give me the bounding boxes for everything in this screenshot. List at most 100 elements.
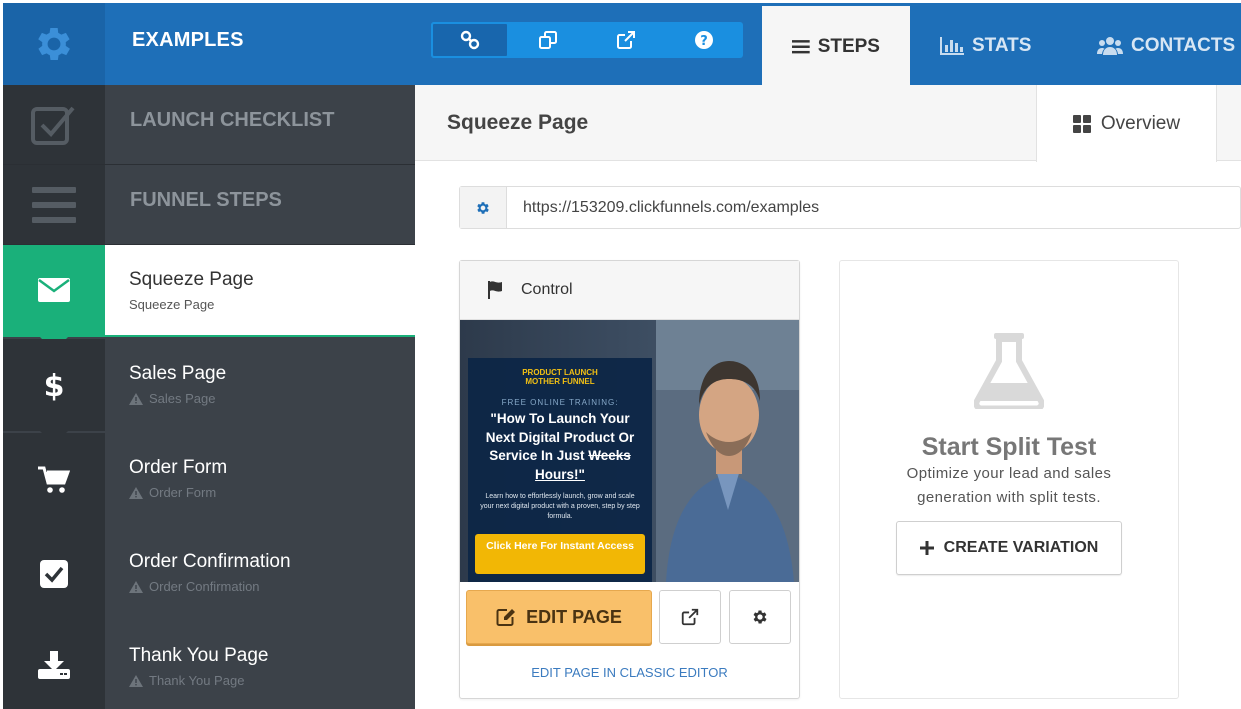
tab-contacts-label: CONTACTS bbox=[1131, 34, 1236, 56]
checkbox-icon bbox=[40, 560, 68, 588]
split-test-card: Start Split Test Optimize your lead and … bbox=[839, 260, 1179, 699]
tab-steps[interactable]: STEPS bbox=[762, 6, 910, 88]
preview-logo-line2: MOTHER FUNNEL bbox=[525, 377, 595, 386]
preview-logo-line1: PRODUCT LAUNCH bbox=[522, 368, 598, 377]
gear-icon bbox=[753, 610, 767, 624]
control-variation-card: Control PRODUCT LAUNCH MOTHER FUNNEL FRE… bbox=[459, 260, 800, 699]
flag-icon bbox=[488, 281, 502, 299]
gear-icon bbox=[38, 28, 70, 60]
page-preview-thumbnail[interactable]: PRODUCT LAUNCH MOTHER FUNNEL FREE ONLINE… bbox=[460, 320, 799, 582]
step-subtitle-row: Thank You Page bbox=[129, 673, 244, 688]
create-variation-button[interactable]: CREATE VARIATION bbox=[896, 521, 1122, 575]
funnel-step-order-confirmation[interactable]: Order Confirmation Order Confirmation bbox=[3, 527, 415, 621]
link-button[interactable] bbox=[431, 22, 509, 58]
step-icon-tile bbox=[3, 245, 105, 335]
variation-label: Control bbox=[521, 281, 573, 298]
settings-gear-button[interactable] bbox=[3, 3, 105, 85]
preview-body: Learn how to effortlessly launch, grow a… bbox=[480, 493, 640, 520]
tab-contacts[interactable]: CONTACTS bbox=[1097, 6, 1235, 85]
edit-page-button[interactable]: EDIT PAGE bbox=[466, 590, 652, 644]
preview-headline: "How To Launch Your Next Digital Product… bbox=[478, 410, 642, 484]
step-title: Squeeze Page bbox=[129, 269, 254, 290]
envelope-icon bbox=[38, 278, 70, 302]
tab-stats[interactable]: STATS bbox=[940, 6, 1031, 85]
warning-icon bbox=[129, 392, 143, 405]
flask-icon bbox=[974, 333, 1044, 409]
gear-icon bbox=[477, 201, 489, 214]
funnel-toolbar: ? bbox=[431, 22, 743, 58]
top-navbar: EXAMPLES ? STEPS STATS CONTACTS bbox=[3, 3, 1241, 88]
download-icon bbox=[38, 651, 70, 679]
copy-icon bbox=[539, 31, 557, 49]
edit-icon bbox=[496, 609, 516, 626]
page-url[interactable]: https://153209.clickfunnels.com/examples bbox=[523, 199, 819, 217]
step-subtitle: Squeeze Page bbox=[129, 297, 215, 312]
sidebar-item-launch-checklist[interactable]: LAUNCH CHECKLIST bbox=[3, 85, 415, 165]
tab-overview[interactable]: Overview bbox=[1036, 85, 1217, 162]
sidebar-icon-tile bbox=[3, 165, 105, 244]
tab-stats-label: STATS bbox=[972, 34, 1032, 56]
users-icon bbox=[1097, 36, 1123, 55]
bar-chart-icon bbox=[940, 36, 964, 55]
clone-button[interactable] bbox=[509, 22, 587, 58]
sidebar-item-label: LAUNCH CHECKLIST bbox=[130, 109, 335, 131]
step-title: Order Confirmation bbox=[129, 551, 291, 572]
card-header: Control bbox=[460, 261, 799, 320]
create-variation-label: CREATE VARIATION bbox=[943, 539, 1099, 556]
funnel-name: EXAMPLES bbox=[132, 29, 244, 51]
split-test-description: Optimize your lead and sales generation … bbox=[906, 465, 1112, 506]
list-icon bbox=[792, 40, 810, 54]
step-subtitle: Order Confirmation bbox=[149, 579, 260, 594]
sidebar-item-funnel-steps[interactable]: FUNNEL STEPS bbox=[3, 165, 415, 245]
funnel-step-order-form[interactable]: Order Form Order Form bbox=[3, 433, 415, 527]
step-title: Thank You Page bbox=[129, 645, 269, 666]
step-subtitle-row: Sales Page bbox=[129, 391, 216, 406]
url-settings-button[interactable] bbox=[460, 187, 507, 228]
step-icon-tile bbox=[3, 621, 105, 709]
help-button[interactable]: ? bbox=[665, 22, 743, 58]
menu-icon bbox=[32, 186, 76, 223]
step-icon-tile: $ bbox=[3, 339, 105, 433]
sidebar: LAUNCH CHECKLIST FUNNEL STEPS Squeeze Pa… bbox=[3, 85, 415, 709]
tab-steps-label: STEPS bbox=[817, 36, 880, 57]
external-link-icon bbox=[681, 608, 699, 626]
sidebar-icon-tile bbox=[3, 85, 105, 164]
open-page-button[interactable] bbox=[659, 590, 721, 644]
preview-headline-b: Hours!" bbox=[535, 466, 585, 482]
page-title: Squeeze Page bbox=[447, 111, 589, 134]
preview-logo: PRODUCT LAUNCH MOTHER FUNNEL bbox=[468, 368, 652, 386]
checklist-icon bbox=[31, 106, 75, 145]
preview-free-label: FREE ONLINE TRAINING: bbox=[501, 398, 619, 407]
step-subtitle: Order Form bbox=[149, 485, 217, 500]
classic-editor-link[interactable]: EDIT PAGE IN CLASSIC EDITOR bbox=[460, 665, 799, 680]
funnel-step-sales-page[interactable]: $ Sales Page Sales Page bbox=[3, 339, 415, 433]
page-settings-button[interactable] bbox=[729, 590, 791, 644]
preview-optin-panel: PRODUCT LAUNCH MOTHER FUNNEL FREE ONLINE… bbox=[468, 358, 652, 582]
card-actions: EDIT PAGE bbox=[466, 590, 791, 646]
warning-icon bbox=[129, 580, 143, 593]
open-external-button[interactable] bbox=[587, 22, 665, 58]
grid-icon bbox=[1072, 114, 1091, 133]
step-subtitle-row: Order Form bbox=[129, 485, 216, 500]
plus-icon bbox=[919, 541, 934, 555]
step-title: Sales Page bbox=[129, 363, 227, 384]
warning-icon bbox=[129, 674, 143, 687]
step-subtitle: Thank You Page bbox=[149, 673, 245, 688]
step-title: Order Form bbox=[129, 457, 228, 478]
cart-icon bbox=[38, 466, 70, 493]
tab-overview-label: Overview bbox=[1100, 112, 1181, 134]
link-icon bbox=[460, 30, 480, 50]
step-subtitle: Sales Page bbox=[149, 391, 216, 406]
edit-page-label: EDIT PAGE bbox=[526, 606, 622, 627]
preview-cta-button: Click Here For Instant Access bbox=[475, 534, 645, 574]
funnel-step-thank-you-page[interactable]: Thank You Page Thank You Page bbox=[3, 621, 415, 709]
svg-text:?: ? bbox=[700, 34, 708, 49]
dollar-icon: $ bbox=[44, 369, 64, 402]
page-url-field[interactable]: https://153209.clickfunnels.com/examples bbox=[459, 186, 1241, 229]
split-test-title: Start Split Test bbox=[921, 433, 1097, 461]
help-icon: ? bbox=[695, 31, 713, 49]
warning-icon bbox=[129, 486, 143, 499]
funnel-step-squeeze-page[interactable]: Squeeze Page Squeeze Page bbox=[3, 245, 415, 337]
presenter-photo bbox=[656, 320, 799, 582]
preview-headline-strike: Weeks bbox=[588, 448, 631, 463]
